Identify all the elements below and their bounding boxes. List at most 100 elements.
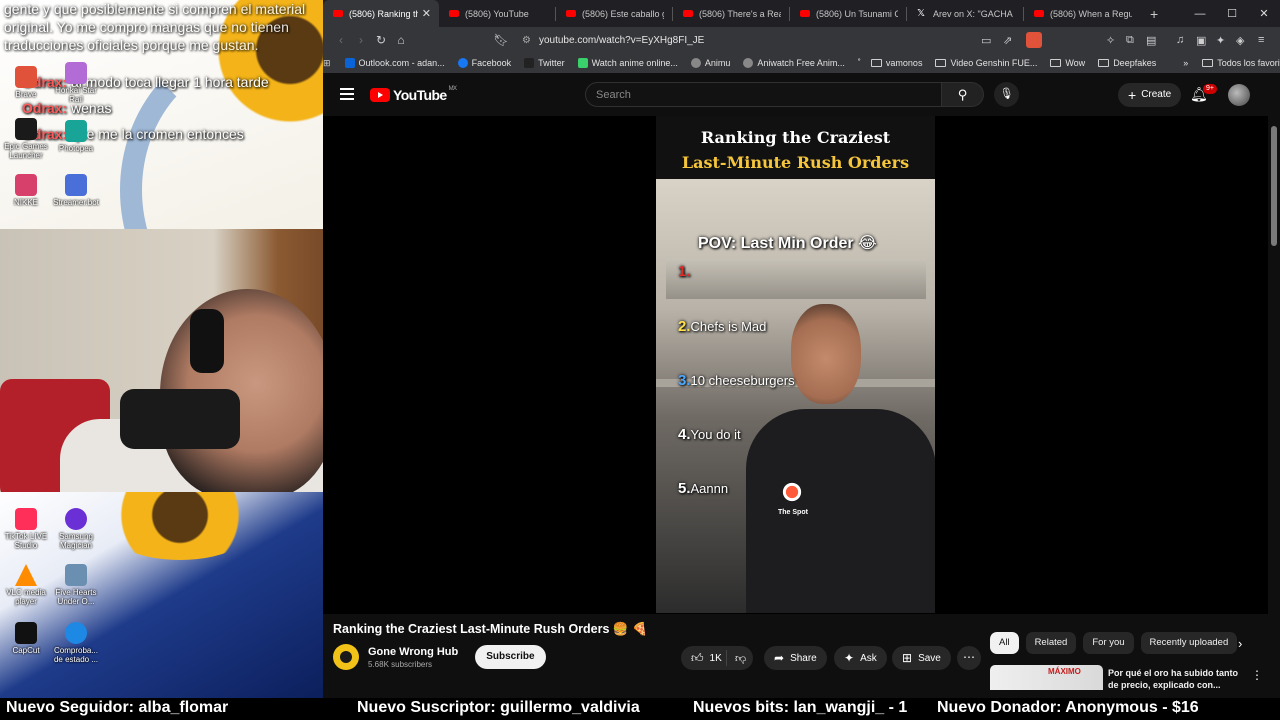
- like-button[interactable]: 👍︎ 1K: [681, 650, 727, 666]
- capcut-icon: [15, 622, 37, 644]
- tab-caballo[interactable]: (5806) Este caballo gan: [556, 0, 672, 27]
- tab-youtube[interactable]: (5806) YouTube: [439, 0, 555, 27]
- recommended-thumbnail[interactable]: MÁXIMO: [990, 665, 1103, 690]
- nikke-icon: [15, 174, 37, 196]
- maximize-icon[interactable]: ☐: [1216, 7, 1248, 20]
- music-icon[interactable]: ♫: [1176, 30, 1184, 50]
- chip-for-you[interactable]: For you: [1083, 632, 1134, 654]
- search-icon[interactable]: ⚲: [942, 82, 984, 107]
- desktop-icon-streamerbot[interactable]: Streamer.bot: [50, 174, 102, 207]
- leo-icon[interactable]: ✧: [1106, 30, 1115, 50]
- minimize-icon[interactable]: —: [1184, 8, 1216, 20]
- youtube-favicon-icon: [800, 10, 810, 17]
- reload-icon[interactable]: ↻: [371, 33, 391, 47]
- chef-body: [746, 409, 935, 613]
- ai-icon[interactable]: ✦: [1216, 30, 1225, 50]
- bookmark-facebook[interactable]: Facebook: [457, 58, 511, 68]
- youtube-favicon-icon: [566, 10, 576, 17]
- bookmark-folder-deepfakes[interactable]: Deepfakes: [1098, 58, 1156, 68]
- page-scrollbar[interactable]: [1268, 116, 1280, 690]
- ask-button[interactable]: ✦ Ask: [834, 646, 887, 670]
- bookmark-watch-anime[interactable]: Watch anime online...: [577, 58, 678, 68]
- bookmark-animu[interactable]: Animu: [690, 58, 730, 68]
- close-tab-icon[interactable]: ✕: [422, 7, 431, 20]
- share-url-icon[interactable]: ⇗: [1003, 30, 1012, 50]
- menu-icon[interactable]: ≡: [1258, 30, 1264, 50]
- more-bookmarks-icon[interactable]: »: [1183, 58, 1188, 68]
- new-tab-button[interactable]: +: [1140, 6, 1168, 22]
- desktop-icon-brave[interactable]: Brave: [0, 66, 52, 99]
- chevron-right-icon[interactable]: ›: [1238, 636, 1242, 651]
- desktop-icon-nikke[interactable]: NIKKE: [0, 174, 52, 207]
- hamburger-menu-icon[interactable]: [340, 88, 354, 100]
- kebab-menu-icon[interactable]: ⋮: [1251, 668, 1263, 682]
- youtube-favicon-icon: [683, 10, 693, 17]
- tab-arev[interactable]: 𝕏 Arev on X: "GACHA GA: [907, 0, 1023, 27]
- extensions-icon[interactable]: ⧉: [1126, 30, 1134, 50]
- desktop-icon-five-hearts[interactable]: Five Hearts Under O...: [50, 564, 102, 606]
- browser-toolbar: ‹ › ↻ ⌂ 🔖︎ ⚙ youtube.com/watch?v=EyXHg8F…: [323, 27, 1280, 53]
- thumbnail-text: MÁXIMO: [1048, 667, 1081, 676]
- bookmark-folder-vamonos[interactable]: vamonos: [870, 58, 922, 68]
- all-bookmarks[interactable]: Todos los favoritos: [1202, 58, 1280, 68]
- address-bar[interactable]: ⚙ youtube.com/watch?v=EyXHg8FI_JE: [508, 30, 1038, 50]
- chip-related[interactable]: Related: [1025, 632, 1077, 654]
- sidebar-icon[interactable]: ▤: [1146, 30, 1156, 50]
- streamerbot-icon: [65, 174, 87, 196]
- home-icon[interactable]: ⌂: [391, 33, 411, 47]
- cast-icon[interactable]: ▭: [981, 30, 991, 50]
- x-logo-icon: [524, 58, 535, 68]
- desktop-icon-epic-games[interactable]: Epic Games Launcher: [0, 118, 52, 160]
- apps-grid-icon[interactable]: ⊞: [323, 58, 331, 69]
- youtube-logo[interactable]: YouTube MX: [370, 86, 457, 103]
- forward-icon[interactable]: ›: [351, 33, 371, 47]
- short-title-panel: Ranking the Craziest Last-Minute Rush Or…: [656, 116, 935, 179]
- more-actions-icon[interactable]: ⋯: [957, 646, 981, 670]
- share-button[interactable]: ➦ Share: [764, 646, 827, 670]
- bookmark-twitter[interactable]: Twitter: [524, 58, 565, 68]
- bookmark-outlook[interactable]: Outlook.com - adan...: [344, 58, 445, 68]
- subscribe-button[interactable]: Subscribe: [475, 645, 546, 669]
- desktop-icon-honkai[interactable]: Honkai Star Rail: [50, 62, 102, 104]
- tab-ranking[interactable]: (5806) Ranking the ✕: [323, 0, 439, 27]
- vpn-icon[interactable]: ◈: [1236, 30, 1244, 50]
- back-icon[interactable]: ‹: [331, 33, 351, 47]
- recommended-title[interactable]: Por qué el oro ha subido tanto de precio…: [1108, 667, 1238, 691]
- brave-shields-icon[interactable]: [1026, 30, 1042, 50]
- pov-caption: POV: Last Min Order 😂: [698, 235, 877, 252]
- microphone-search-icon[interactable]: 🎙︎: [994, 82, 1019, 107]
- bookmark-folder-wow[interactable]: Wow: [1050, 58, 1085, 68]
- desktop-icon-comprobacion[interactable]: Comproba... de estado ...: [50, 622, 102, 664]
- desktop-icon-photopea[interactable]: Photopea: [50, 120, 102, 153]
- close-window-icon[interactable]: ✕: [1248, 7, 1280, 20]
- account-avatar[interactable]: [1228, 84, 1250, 106]
- desktop-icon-capcut[interactable]: CapCut: [0, 622, 52, 655]
- anime-site-icon: [577, 58, 588, 68]
- create-button[interactable]: + Create: [1118, 83, 1182, 107]
- desktop-icon-tiktok-live[interactable]: TikTok LIVE Studio: [0, 508, 52, 550]
- tab-tsunami[interactable]: (5806) Un Tsunami Con: [790, 0, 906, 27]
- bookmark-folder-genshin[interactable]: Video Genshin FUE...: [935, 58, 1037, 68]
- bookmark-aniwatch[interactable]: Aniwatch Free Anim...: [743, 58, 845, 68]
- tab-really[interactable]: (5806) There's a Really: [673, 0, 789, 27]
- channel-name[interactable]: Gone Wrong Hub: [368, 646, 458, 658]
- video-player[interactable]: Ranking the Craziest Last-Minute Rush Or…: [323, 116, 1268, 614]
- vlc-icon: [15, 564, 37, 586]
- desktop-icon-samsung-magician[interactable]: Samsung Magician: [50, 508, 102, 550]
- save-button[interactable]: ⊞ Save: [892, 646, 951, 670]
- scrollbar-thumb[interactable]: [1271, 126, 1277, 246]
- chip-all[interactable]: All: [990, 632, 1019, 654]
- ticker-subscriber: Nuevo Suscriptor: guillermo_valdivia: [357, 699, 640, 716]
- chip-recently-uploaded[interactable]: Recently uploaded: [1140, 632, 1238, 654]
- dislike-button[interactable]: 👎︎: [727, 652, 746, 665]
- stream-ticker: Nuevo Seguidor: alba_flomar Nuevo Suscri…: [0, 698, 1280, 720]
- desktop-icon-vlc[interactable]: VLC media player: [0, 564, 52, 606]
- wallet-icon[interactable]: ▣: [1196, 30, 1206, 50]
- microphone-icon: [120, 389, 240, 449]
- channel-avatar[interactable]: [333, 644, 359, 670]
- brave-icon: [15, 66, 37, 88]
- site-info-icon[interactable]: ⚙: [522, 35, 531, 46]
- search-box: [585, 82, 942, 107]
- tab-regular[interactable]: (5806) When a Regular: [1024, 0, 1140, 27]
- search-input[interactable]: [586, 83, 941, 106]
